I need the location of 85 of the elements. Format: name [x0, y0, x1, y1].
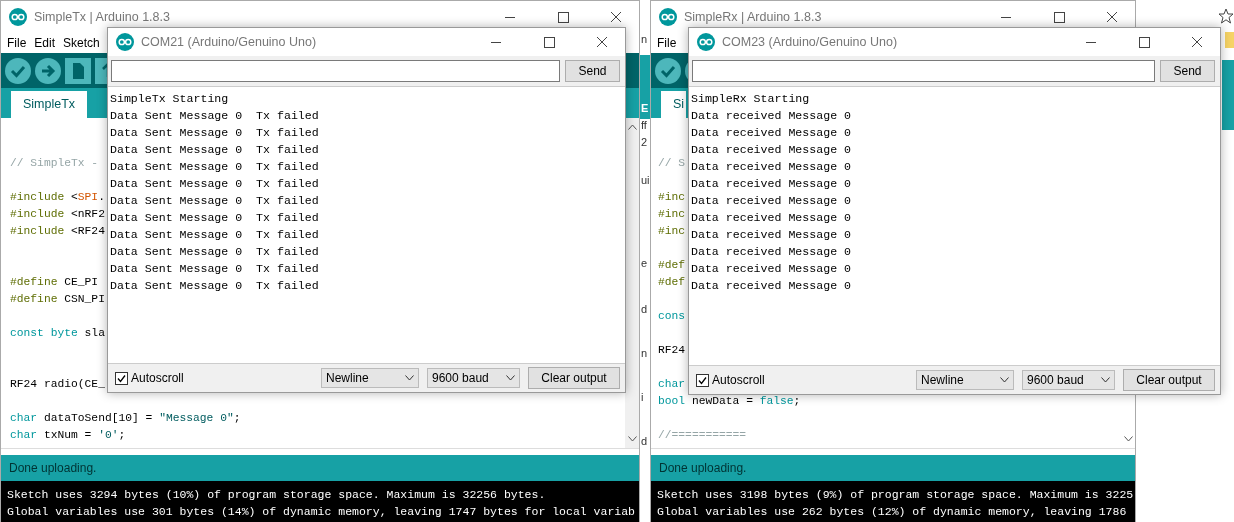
code-line: #def	[658, 275, 686, 290]
menu-item[interactable]: Edit	[34, 35, 56, 50]
output-line: Data received Message 0	[691, 244, 852, 260]
code-line: #define CE_PI	[10, 275, 99, 290]
send-button[interactable]: Send	[565, 60, 620, 82]
checkbox-label: Autoscroll	[712, 373, 765, 387]
code-line: char	[658, 377, 686, 392]
code-line: #include <nRF2	[10, 207, 105, 222]
baud-rate-dropdown[interactable]: 9600 baud	[1022, 370, 1115, 390]
dropdown-value: Newline	[326, 371, 369, 385]
baud-rate-dropdown[interactable]: 9600 baud	[427, 368, 520, 388]
window-title: SimpleRx | Arduino 1.8.3	[684, 9, 823, 24]
window-title: SimpleTx | Arduino 1.8.3	[34, 9, 171, 24]
code-line: const byte sla	[10, 326, 105, 341]
output-line: SimpleRx Starting	[691, 91, 810, 107]
code-line: #include <RF24	[10, 224, 105, 239]
output-line: SimpleTx Starting	[110, 91, 229, 107]
window-title: COM21 (Arduino/Genuino Uno)	[141, 35, 318, 49]
output-line: Data Sent Message 0 Tx failed	[110, 193, 319, 209]
menu-item[interactable]: Sketch	[63, 35, 100, 50]
text-fragment: d	[640, 303, 648, 316]
output-line: Data received Message 0	[691, 159, 852, 175]
send-button[interactable]: Send	[1160, 60, 1215, 82]
output-line: Data received Message 0	[691, 108, 852, 124]
output-line: Data Sent Message 0 Tx failed	[110, 261, 319, 277]
dropdown-value: 9600 baud	[1027, 373, 1084, 387]
code-line: RF24	[658, 343, 686, 358]
text-fragment: ui	[640, 174, 650, 187]
text-fragment: n	[640, 347, 648, 360]
line-ending-dropdown[interactable]: Newline	[916, 370, 1014, 390]
output-line: Data received Message 0	[691, 210, 852, 226]
dropdown-value: Newline	[921, 373, 964, 387]
output-line: Data Sent Message 0 Tx failed	[110, 142, 319, 158]
output-line: Data Sent Message 0 Tx failed	[110, 176, 319, 192]
output-line: Data received Message 0	[691, 125, 852, 141]
output-line: Data Sent Message 0 Tx failed	[110, 108, 319, 124]
menu-item[interactable]: File	[7, 35, 27, 50]
text-fragment: ff	[640, 119, 647, 132]
output-line: Data Sent Message 0 Tx failed	[110, 159, 319, 175]
output-line: Data Sent Message 0 Tx failed	[110, 227, 319, 243]
code-line: //===========	[658, 428, 747, 443]
code-line: #inc	[658, 207, 686, 222]
code-line: #include <SPI.	[10, 190, 105, 205]
code-line: RF24 radio(CE_	[10, 377, 105, 392]
output-line: Data received Message 0	[691, 261, 852, 277]
console-line: Sketch uses 3294 bytes (10%) of program storage space. Maximum is 32256 bytes.	[7, 487, 547, 503]
text-fragment: i	[640, 391, 644, 404]
text-fragment: e	[640, 257, 648, 270]
output-line: Data Sent Message 0 Tx failed	[110, 244, 319, 260]
text-fragment: 2	[640, 136, 648, 149]
code-line: // S	[658, 156, 686, 171]
code-line: bool newData = false;	[658, 394, 801, 409]
status-message: Done uploading.	[651, 455, 1135, 481]
dropdown-value: 9600 baud	[432, 371, 489, 385]
menu-item[interactable]: File	[657, 35, 677, 50]
tab[interactable]: Si	[661, 91, 687, 118]
console-line: Global variables use 262 bytes (12%) of dynamic memory, leaving 1786	[657, 504, 1128, 520]
output-line: Data received Message 0	[691, 176, 852, 192]
code-line: cons	[658, 309, 686, 324]
output-line: Data received Message 0	[691, 227, 852, 243]
output-line: Data received Message 0	[691, 193, 852, 209]
output-line: Data Sent Message 0 Tx failed	[110, 278, 319, 294]
console-line: Sketch uses 3198 bytes (9%) of program storage space. Maximum is 3225	[657, 487, 1135, 503]
code-line: #define CSN_PI	[10, 292, 105, 307]
text-fragment: d	[640, 435, 648, 448]
code-line: #inc	[658, 190, 686, 205]
console-line: Global variables use 301 bytes (14%) of dynamic memory, leaving 1747 bytes for local variab	[7, 504, 636, 520]
text-fragment: E	[640, 102, 649, 115]
line-ending-dropdown[interactable]: Newline	[321, 368, 419, 388]
checkbox-label: Autoscroll	[131, 371, 184, 385]
output-line: Data received Message 0	[691, 278, 852, 294]
output-line: Data Sent Message 0 Tx failed	[110, 125, 319, 141]
code-line: #def	[658, 258, 686, 273]
code-line: #inc	[658, 224, 686, 239]
clear-output-button[interactable]: Clear output	[528, 367, 620, 389]
output-line: Data received Message 0	[691, 142, 852, 158]
status-message: Done uploading.	[1, 455, 639, 481]
tab[interactable]: SimpleTx	[11, 91, 88, 118]
clear-output-button[interactable]: Clear output	[1123, 369, 1215, 391]
code-line: char txNum = '0';	[10, 428, 126, 443]
output-line: Data Sent Message 0 Tx failed	[110, 210, 319, 226]
code-line: // SimpleTx -	[10, 156, 99, 171]
text-fragment: n	[640, 33, 648, 46]
code-line: char dataToSend[10] = "Message 0";	[10, 411, 241, 426]
window-title: COM23 (Arduino/Genuino Uno)	[722, 35, 899, 49]
